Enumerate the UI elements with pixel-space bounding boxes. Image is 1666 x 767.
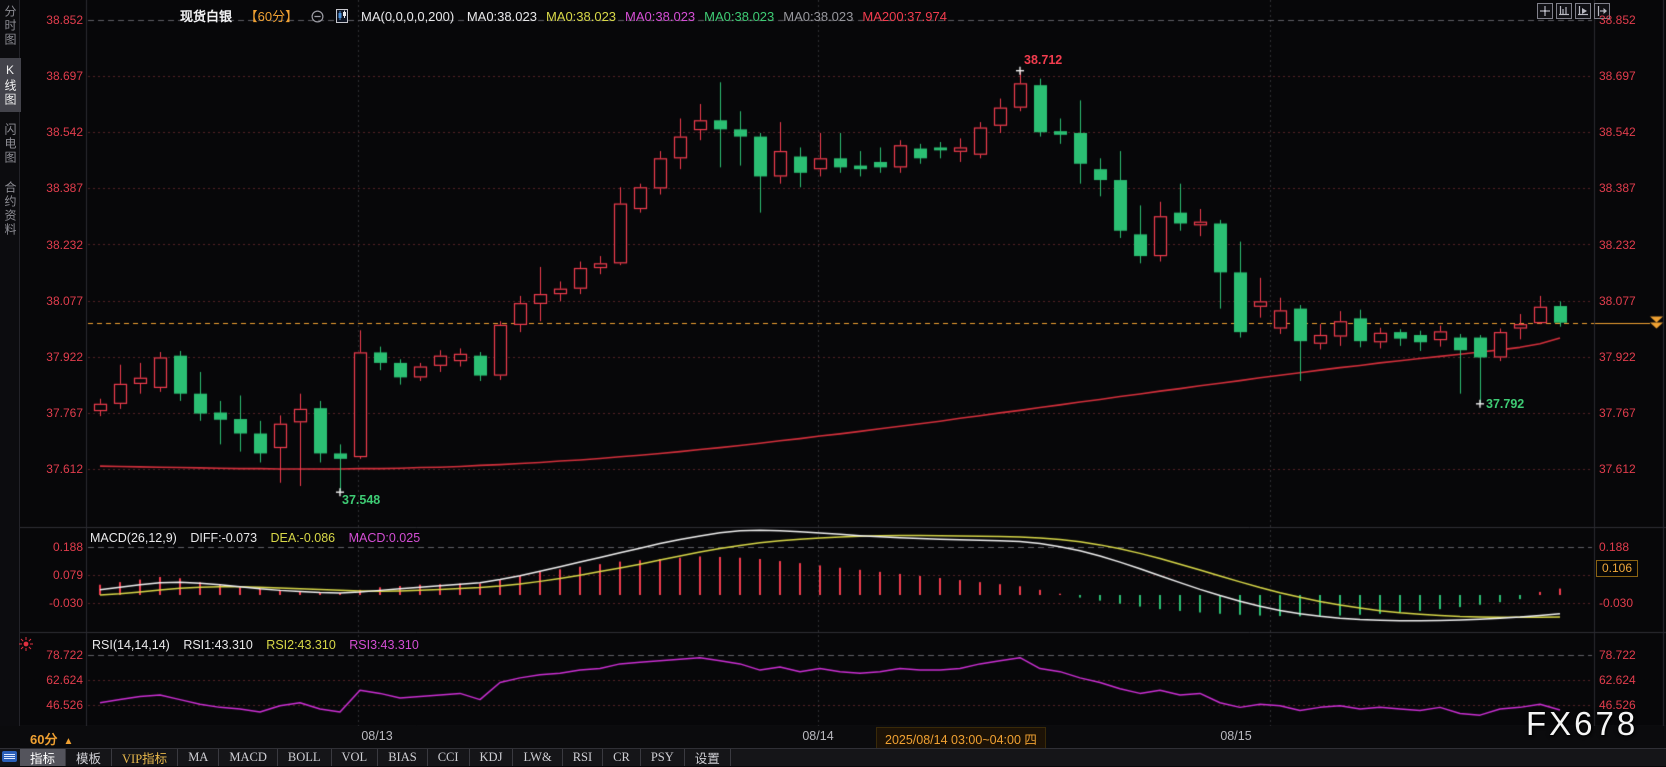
- candle-chart-icon[interactable]: [336, 9, 348, 26]
- price-axis-label: 0.188: [1599, 540, 1661, 554]
- price-axis-label: -0.030: [1599, 596, 1661, 610]
- ma-value: MA200:37.974: [862, 9, 947, 24]
- ma-value: MA0:38.023: [546, 9, 616, 24]
- date-label: 08/14: [783, 729, 853, 743]
- macd-panel-header: MACD(26,12,9) DIFF:-0.073 DEA:-0.086 MAC…: [90, 531, 430, 545]
- auto-scale-tool-icon[interactable]: [1575, 3, 1591, 19]
- price-axis-label: 38.387: [1599, 181, 1661, 195]
- indicator-tabbar: 指标模板VIP指标MAMACDBOLLVOLBIASCCIKDJLW&RSICR…: [0, 748, 1666, 766]
- price-axis-label: 38.232: [21, 238, 83, 252]
- price-axis-label: 37.767: [1599, 406, 1661, 420]
- price-axis-label: 38.542: [1599, 125, 1661, 139]
- macd-title: MACD(26,12,9): [90, 531, 177, 545]
- swing-low-annotation: 37.792: [1486, 397, 1524, 411]
- price-axis-label: 38.077: [21, 294, 83, 308]
- bottom-tab-设置[interactable]: 设置: [685, 749, 731, 766]
- date-label: 08/13: [342, 729, 412, 743]
- price-axis-label: 62.624: [21, 673, 83, 687]
- macd-axis-tag: 0.106: [1596, 560, 1638, 577]
- date-label: 08/15: [1201, 729, 1271, 743]
- bottom-tab-MA[interactable]: MA: [178, 749, 219, 766]
- price-axis-label: 38.387: [21, 181, 83, 195]
- sidebar-item-option[interactable]: 分时图: [0, 0, 21, 52]
- bottom-tab-CCI[interactable]: CCI: [428, 749, 470, 766]
- price-axis-label: 37.612: [21, 462, 83, 476]
- period-text: 60分: [30, 732, 57, 747]
- bottom-tab-VIP指标[interactable]: VIP指标: [112, 749, 178, 766]
- sidebar-item-option[interactable]: 闪电图: [0, 118, 21, 170]
- rsi2-value: RSI2:43.310: [266, 638, 336, 652]
- price-axis-label: 38.697: [21, 69, 83, 83]
- period-label[interactable]: 【60分】: [245, 9, 298, 24]
- price-axis-label: 78.722: [1599, 648, 1661, 662]
- watermark: FX678: [1526, 705, 1638, 743]
- price-axis-label: 38.232: [1599, 238, 1661, 252]
- price-axis-label: 38.697: [1599, 69, 1661, 83]
- symbol-name: 现货白银: [180, 9, 232, 24]
- price-axis-label: 38.852: [21, 13, 83, 27]
- panel-layout-icon[interactable]: [2, 751, 17, 762]
- collapse-icon[interactable]: [311, 10, 324, 26]
- price-axis-label: 38.077: [1599, 294, 1661, 308]
- ma-value: MA0:38.023: [625, 9, 695, 24]
- bottom-tab-KDJ[interactable]: KDJ: [470, 749, 514, 766]
- price-axis-label: 37.767: [21, 406, 83, 420]
- bottom-tab-MACD[interactable]: MACD: [219, 749, 278, 766]
- macd-dea-value: DEA:-0.086: [271, 531, 336, 545]
- price-axis-label: 37.922: [21, 350, 83, 364]
- chart-header: 现货白银 【60分】 MA(0,0,0,0,200) MA0:38.023MA0…: [180, 6, 965, 26]
- price-axis-label: -0.030: [21, 596, 83, 610]
- rsi3-value: RSI3:43.310: [349, 638, 419, 652]
- bottom-tab-模板[interactable]: 模板: [66, 749, 112, 766]
- bottom-tab-RSI[interactable]: RSI: [563, 749, 603, 766]
- indicator-settings-icon[interactable]: [18, 636, 34, 657]
- bottom-tab-BIAS[interactable]: BIAS: [378, 749, 427, 766]
- bottom-tab-BOLL[interactable]: BOLL: [278, 749, 332, 766]
- ma-value: MA0:38.023: [704, 9, 774, 24]
- period-arrow-icon: ▲: [63, 736, 73, 747]
- bottom-tab-CR[interactable]: CR: [603, 749, 641, 766]
- price-axis-label: 0.079: [21, 568, 83, 582]
- macd-macd-value: MACD:0.025: [349, 531, 421, 545]
- sidebar-item-selected[interactable]: K线图: [0, 58, 21, 112]
- ma-value: MA0:38.023: [467, 9, 537, 24]
- rsi-panel-header: RSI(14,14,14) RSI1:43.310 RSI2:43.310 RS…: [92, 638, 429, 652]
- price-axis-label: 38.852: [1599, 13, 1661, 27]
- rsi1-value: RSI1:43.310: [183, 638, 253, 652]
- ma-values: MA0:38.023 MA0:38.023 MA0:38.023 MA0:38.023…: [467, 9, 956, 24]
- low-price-annotation: 37.548: [342, 493, 380, 507]
- chart-type-sidebar: 分时图 K线图闪电图合约资料: [0, 0, 20, 748]
- price-axis-label: 46.526: [21, 698, 83, 712]
- crosshair-tool-icon[interactable]: [1537, 3, 1553, 19]
- crosshair-date-tag: 2025/08/14 03:00~04:00 四: [876, 727, 1046, 750]
- ma-value: MA0:38.023: [783, 9, 853, 24]
- rsi-title: RSI(14,14,14): [92, 638, 170, 652]
- price-axis-label: 38.542: [21, 125, 83, 139]
- macd-diff-value: DIFF:-0.073: [190, 531, 257, 545]
- price-axis-tool-icon[interactable]: [1556, 3, 1572, 19]
- price-axis-label: 0.188: [21, 540, 83, 554]
- price-axis-label: 62.624: [1599, 673, 1661, 687]
- bottom-tab-指标[interactable]: 指标: [20, 749, 66, 766]
- bottom-tab-VOL[interactable]: VOL: [332, 749, 379, 766]
- price-axis-label: 37.922: [1599, 350, 1661, 364]
- bottom-tab-LW&[interactable]: LW&: [513, 749, 562, 766]
- price-axis-label: 37.612: [1599, 462, 1661, 476]
- high-price-annotation: 38.712: [1024, 53, 1062, 67]
- date-axis: 60分 ▲ 2025/08/14 03:00~04:00 四 08/13 08/14…: [0, 726, 1666, 748]
- ma-settings: MA(0,0,0,0,200): [361, 9, 454, 24]
- sidebar-item-option[interactable]: 合约资料: [0, 176, 21, 242]
- period-selector[interactable]: 60分 ▲: [30, 729, 73, 748]
- bottom-tab-PSY[interactable]: PSY: [641, 749, 685, 766]
